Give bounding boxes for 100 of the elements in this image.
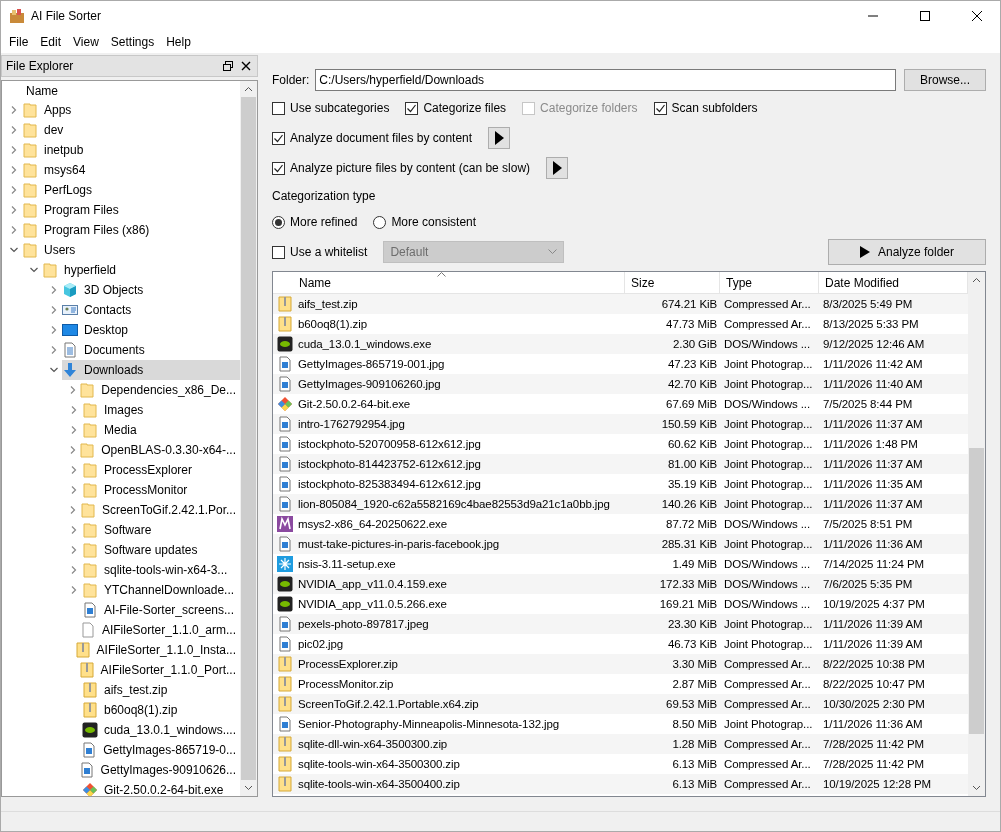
- expand-chevron-icon[interactable]: [10, 106, 18, 114]
- table-cell: 42.70 KiB: [668, 378, 717, 390]
- table-cell: 1.28 MiB: [672, 738, 717, 750]
- play-button[interactable]: [488, 127, 511, 149]
- expand-chevron-icon[interactable]: [10, 186, 18, 194]
- tree-item[interactable]: dev: [22, 120, 240, 140]
- expand-chevron-icon[interactable]: [68, 446, 77, 454]
- folder-icon: [22, 142, 38, 158]
- tree-item[interactable]: GettyImages-865719-0...: [81, 740, 240, 760]
- tree-item[interactable]: cuda_13.0.1_windows....: [81, 720, 240, 740]
- expand-chevron-icon[interactable]: [70, 586, 78, 594]
- tree-item[interactable]: msys64: [22, 160, 240, 180]
- tree-item[interactable]: Dependencies_x86_De...: [79, 380, 240, 400]
- scrollbar[interactable]: [240, 81, 257, 796]
- expand-chevron-icon[interactable]: [70, 406, 78, 414]
- expand-chevron-icon[interactable]: [70, 546, 78, 554]
- tree-item[interactable]: AI-File-Sorter_screens...: [82, 600, 240, 620]
- zip-file-icon: [82, 682, 98, 698]
- tree-item[interactable]: ScreenToGif.2.42.1.Por...: [79, 500, 240, 520]
- scrollbar[interactable]: [968, 272, 985, 796]
- collapse-chevron-icon[interactable]: [10, 246, 18, 254]
- expand-chevron-icon[interactable]: [10, 206, 18, 214]
- tree-item[interactable]: ProcessMonitor: [82, 480, 240, 500]
- tree-item[interactable]: Images: [82, 400, 240, 420]
- expand-chevron-icon[interactable]: [70, 466, 78, 474]
- expand-chevron-icon[interactable]: [10, 126, 18, 134]
- close-icon[interactable]: [241, 61, 251, 71]
- tree-item[interactable]: inetpub: [22, 140, 240, 160]
- float-icon[interactable]: [223, 61, 233, 71]
- tree-item[interactable]: 3D Objects: [62, 280, 240, 300]
- tree-item[interactable]: Downloads: [62, 360, 240, 380]
- checkbox[interactable]: Use subcategories: [272, 101, 390, 115]
- table-cell: ProcessExplorer.zip: [298, 658, 398, 670]
- expand-chevron-icon[interactable]: [10, 146, 18, 154]
- folder-icon: [79, 382, 96, 398]
- table-cell: Joint Photograp...: [724, 718, 813, 730]
- collapse-chevron-icon[interactable]: [30, 266, 38, 274]
- column-header[interactable]: Name: [273, 272, 625, 293]
- menu-item[interactable]: Edit: [34, 35, 68, 49]
- folder-icon: [22, 182, 38, 198]
- tree-item[interactable]: ProcessExplorer: [82, 460, 240, 480]
- collapse-chevron-icon[interactable]: [50, 366, 58, 374]
- checkbox[interactable]: Scan subfolders: [653, 101, 758, 115]
- tree-item[interactable]: GettyImages-90910626...: [78, 760, 240, 780]
- menu-item[interactable]: Help: [160, 35, 197, 49]
- table-cell: 1/11/2026 11:37 AM: [823, 458, 923, 470]
- expand-chevron-icon[interactable]: [70, 486, 78, 494]
- column-header[interactable]: Type: [720, 272, 819, 293]
- chip-icon: [277, 336, 293, 352]
- tree-item[interactable]: PerfLogs: [22, 180, 240, 200]
- tree-item[interactable]: Desktop: [62, 320, 240, 340]
- tree-item[interactable]: AIFileSorter_1.1.0_Port...: [78, 660, 240, 680]
- tree-item[interactable]: hyperfield: [42, 260, 240, 280]
- tree-item[interactable]: Program Files (x86): [22, 220, 240, 240]
- play-button[interactable]: [546, 157, 569, 179]
- menu-item[interactable]: File: [3, 35, 35, 49]
- tree-item[interactable]: Program Files: [22, 200, 240, 220]
- radio-button[interactable]: More consistent: [373, 215, 477, 229]
- scroll-thumb[interactable]: [969, 448, 984, 734]
- tree-item[interactable]: Git-2.50.0.2-64-bit.exe: [82, 780, 240, 796]
- folder-path-field[interactable]: C:/Users/hyperfield/Downloads: [315, 69, 896, 91]
- expand-chevron-icon[interactable]: [70, 526, 78, 534]
- column-header[interactable]: Name: [2, 81, 240, 100]
- tree-item[interactable]: Documents: [62, 340, 240, 360]
- tree-item[interactable]: OpenBLAS-0.3.30-x64-...: [79, 440, 240, 460]
- expand-chevron-icon[interactable]: [10, 166, 18, 174]
- table-cell: 8/3/2025 5:49 PM: [823, 298, 913, 310]
- zip-file-icon: [277, 776, 293, 792]
- expand-chevron-icon[interactable]: [70, 566, 78, 574]
- tree-item[interactable]: Software updates: [82, 540, 240, 560]
- expand-chevron-icon[interactable]: [70, 426, 78, 434]
- expand-chevron-icon[interactable]: [50, 326, 58, 334]
- expand-chevron-icon[interactable]: [10, 226, 18, 234]
- menu-item[interactable]: View: [67, 35, 105, 49]
- scroll-thumb[interactable]: [241, 97, 256, 780]
- expand-chevron-icon[interactable]: [50, 346, 58, 354]
- expand-chevron-icon[interactable]: [68, 506, 77, 514]
- tree-item[interactable]: Contacts: [62, 300, 240, 320]
- checkbox[interactable]: Categorize files: [405, 101, 507, 115]
- tree-item[interactable]: aifs_test.zip: [82, 680, 240, 700]
- expand-chevron-icon[interactable]: [68, 386, 77, 394]
- column-header[interactable]: Size: [625, 272, 720, 293]
- folder-icon: [82, 562, 98, 578]
- checkbox[interactable]: Analyze picture files by content (can be slow): [272, 161, 531, 175]
- analyze-folder-button[interactable]: Analyze folder: [828, 239, 986, 265]
- tree-item[interactable]: AIFileSorter_1.1.0_arm...: [79, 620, 240, 640]
- checkbox[interactable]: Analyze document files by content: [272, 131, 473, 145]
- tree-item[interactable]: b60oq8(1).zip: [82, 700, 240, 720]
- tree-item[interactable]: Apps: [22, 100, 240, 120]
- expand-chevron-icon[interactable]: [50, 306, 58, 314]
- radio-button[interactable]: More refined: [272, 215, 358, 229]
- tree-item[interactable]: AIFileSorter_1.1.0_Insta...: [74, 640, 240, 660]
- tree-item[interactable]: YTChannelDownloade...: [82, 580, 240, 600]
- tree-item[interactable]: Media: [82, 420, 240, 440]
- browse-button[interactable]: Browse...: [904, 69, 986, 91]
- expand-chevron-icon[interactable]: [50, 286, 58, 294]
- tree-item[interactable]: sqlite-tools-win-x64-3...: [82, 560, 240, 580]
- menu-item[interactable]: Settings: [104, 35, 161, 49]
- tree-item[interactable]: Users: [22, 240, 240, 260]
- tree-item[interactable]: Software: [82, 520, 240, 540]
